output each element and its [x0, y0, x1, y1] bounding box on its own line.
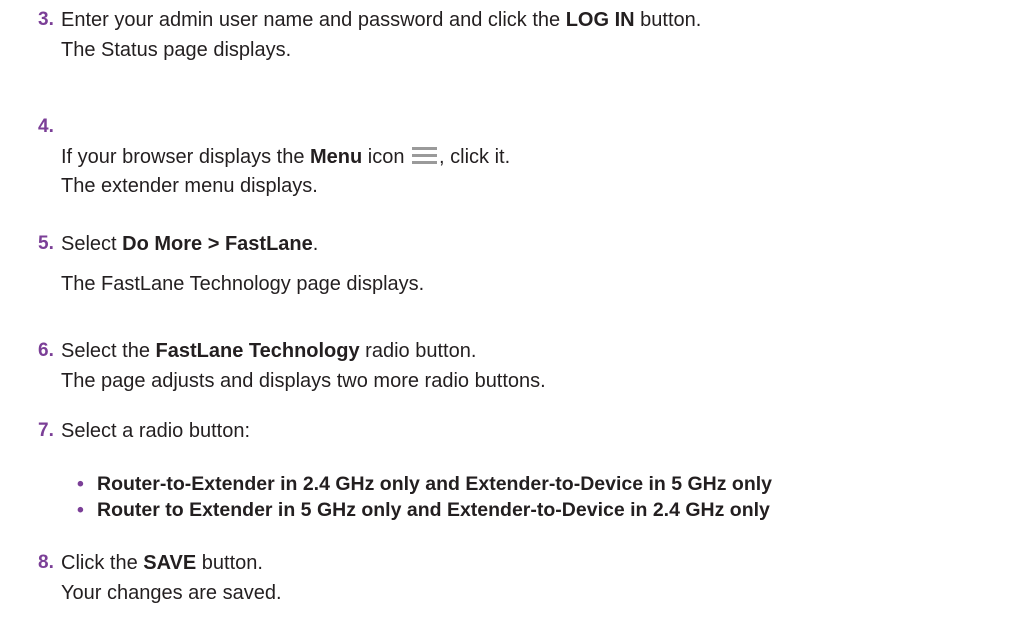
step-result: Your changes are saved.: [61, 582, 282, 604]
step-number: 8.: [38, 552, 54, 573]
fastlane-technology-label: FastLane Technology: [155, 340, 360, 362]
instruction-text: , click it.: [439, 146, 511, 168]
instructions-page: 3. Enter your admin user name and passwo…: [0, 0, 1020, 633]
step-instruction: Select Do More > FastLane.: [61, 232, 318, 256]
instruction-text: icon: [362, 146, 411, 168]
instruction-text: If your browser displays the: [61, 146, 310, 168]
instruction-text: .: [312, 233, 319, 255]
option-text: Router to Extender in 5 GHz only and Ext…: [97, 499, 770, 521]
step-result: The Status page displays.: [61, 39, 292, 61]
step-number: 6.: [38, 340, 54, 361]
instruction-text: button.: [634, 9, 702, 31]
instruction-text: Enter your admin user name and password …: [61, 9, 566, 31]
step-number: 4.: [38, 116, 54, 137]
instruction-text: Select: [61, 233, 123, 255]
step-instruction: Enter your admin user name and password …: [61, 8, 701, 32]
step-instruction: Click the SAVE button.: [61, 551, 263, 575]
hamburger-menu-icon: [412, 147, 438, 165]
bullet-icon: •: [77, 473, 84, 495]
step-instruction: If your browser displays the Menu icon ,…: [61, 145, 510, 169]
menu-label: Menu: [310, 146, 363, 168]
step-number: 7.: [38, 420, 54, 441]
instruction-text: Select the: [61, 340, 156, 362]
menu-path-label: Do More > FastLane: [122, 233, 313, 255]
instruction-text: Click the: [61, 552, 144, 574]
instruction-text: radio button.: [359, 340, 477, 362]
instruction-text: button.: [196, 552, 263, 574]
step-result: The page adjusts and displays two more r…: [61, 370, 546, 392]
log-in-label: LOG IN: [565, 9, 635, 31]
bullet-icon: •: [77, 499, 84, 521]
step-number: 3.: [38, 9, 54, 30]
bullet-option: • Router-to-Extender in 2.4 GHz only and …: [77, 472, 772, 496]
bullet-option: • Router to Extender in 5 GHz only and Ex…: [77, 498, 770, 522]
step-instruction: Select a radio button:: [61, 420, 251, 442]
save-label: SAVE: [143, 552, 197, 574]
option-text: Router-to-Extender in 2.4 GHz only and E…: [97, 473, 773, 495]
step-result: The extender menu displays.: [61, 175, 318, 197]
step-instruction: Select the FastLane Technology radio but…: [61, 339, 476, 363]
step-result: The FastLane Technology page displays.: [61, 273, 425, 295]
step-number: 5.: [38, 233, 54, 254]
